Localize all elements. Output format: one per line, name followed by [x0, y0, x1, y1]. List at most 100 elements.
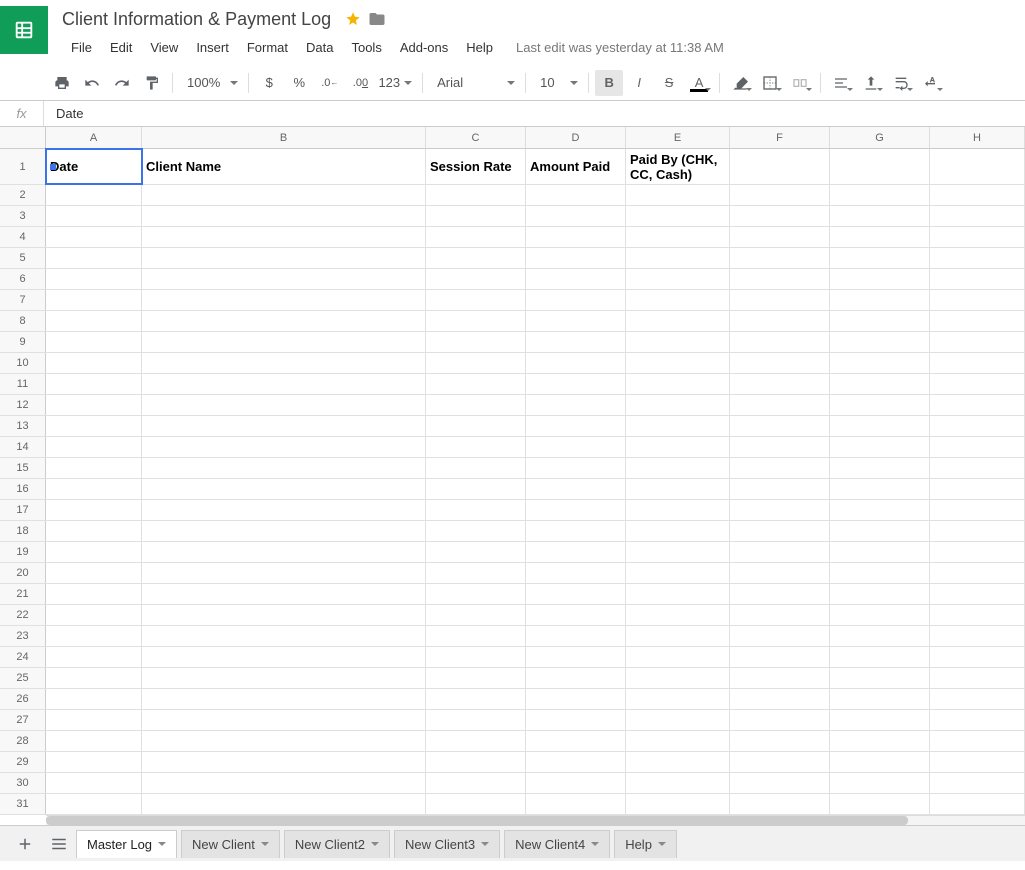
cell-H22[interactable] — [930, 605, 1025, 625]
cell-A10[interactable] — [46, 353, 142, 373]
cell-H18[interactable] — [930, 521, 1025, 541]
cell-H11[interactable] — [930, 374, 1025, 394]
cell-C7[interactable] — [426, 290, 526, 310]
cell-E21[interactable] — [626, 584, 730, 604]
cell-E14[interactable] — [626, 437, 730, 457]
cell-E24[interactable] — [626, 647, 730, 667]
cell-H8[interactable] — [930, 311, 1025, 331]
cell-H16[interactable] — [930, 479, 1025, 499]
cell-D18[interactable] — [526, 521, 626, 541]
cell-H24[interactable] — [930, 647, 1025, 667]
cell-E22[interactable] — [626, 605, 730, 625]
cell-H26[interactable] — [930, 689, 1025, 709]
text-rotation-button[interactable] — [917, 70, 945, 96]
row-header-18[interactable]: 18 — [0, 521, 46, 541]
format-percent-button[interactable]: % — [285, 70, 313, 96]
row-header-8[interactable]: 8 — [0, 311, 46, 331]
cell-E4[interactable] — [626, 227, 730, 247]
cell-A24[interactable] — [46, 647, 142, 667]
cell-H17[interactable] — [930, 500, 1025, 520]
cell-E13[interactable] — [626, 416, 730, 436]
cell-C27[interactable] — [426, 710, 526, 730]
cell-E20[interactable] — [626, 563, 730, 583]
cell-C14[interactable] — [426, 437, 526, 457]
cell-A30[interactable] — [46, 773, 142, 793]
cell-A6[interactable] — [46, 269, 142, 289]
cell-D30[interactable] — [526, 773, 626, 793]
cell-A7[interactable] — [46, 290, 142, 310]
cell-H9[interactable] — [930, 332, 1025, 352]
cell-D4[interactable] — [526, 227, 626, 247]
col-header-C[interactable]: C — [426, 127, 526, 148]
cell-G31[interactable] — [830, 794, 930, 814]
cell-F28[interactable] — [730, 731, 830, 751]
row-header-2[interactable]: 2 — [0, 185, 46, 205]
cell-F26[interactable] — [730, 689, 830, 709]
cell-A8[interactable] — [46, 311, 142, 331]
cell-B2[interactable] — [142, 185, 426, 205]
cell-A31[interactable] — [46, 794, 142, 814]
increase-decimals-button[interactable]: .00 — [346, 70, 374, 96]
cell-F24[interactable] — [730, 647, 830, 667]
cell-G15[interactable] — [830, 458, 930, 478]
row-header-25[interactable]: 25 — [0, 668, 46, 688]
cell-A11[interactable] — [46, 374, 142, 394]
menu-help[interactable]: Help — [457, 36, 502, 59]
row-header-19[interactable]: 19 — [0, 542, 46, 562]
cell-B22[interactable] — [142, 605, 426, 625]
cell-C25[interactable] — [426, 668, 526, 688]
cell-H27[interactable] — [930, 710, 1025, 730]
text-color-button[interactable]: A — [685, 70, 713, 96]
cell-F1[interactable] — [730, 149, 830, 184]
cell-A2[interactable] — [46, 185, 142, 205]
cell-F2[interactable] — [730, 185, 830, 205]
row-header-9[interactable]: 9 — [0, 332, 46, 352]
cell-C9[interactable] — [426, 332, 526, 352]
cell-H31[interactable] — [930, 794, 1025, 814]
italic-button[interactable]: I — [625, 70, 653, 96]
cell-A9[interactable] — [46, 332, 142, 352]
cell-A20[interactable] — [46, 563, 142, 583]
cell-H12[interactable] — [930, 395, 1025, 415]
cell-C26[interactable] — [426, 689, 526, 709]
cell-D9[interactable] — [526, 332, 626, 352]
cell-H23[interactable] — [930, 626, 1025, 646]
cell-D13[interactable] — [526, 416, 626, 436]
cell-B4[interactable] — [142, 227, 426, 247]
cell-E1[interactable]: Paid By (CHK, CC, Cash) — [626, 149, 730, 184]
cell-B6[interactable] — [142, 269, 426, 289]
cell-E27[interactable] — [626, 710, 730, 730]
cell-D3[interactable] — [526, 206, 626, 226]
cell-B27[interactable] — [142, 710, 426, 730]
cell-H2[interactable] — [930, 185, 1025, 205]
cell-B14[interactable] — [142, 437, 426, 457]
formula-value[interactable]: Date — [44, 106, 83, 121]
cell-G27[interactable] — [830, 710, 930, 730]
cell-E29[interactable] — [626, 752, 730, 772]
cell-D31[interactable] — [526, 794, 626, 814]
col-header-F[interactable]: F — [730, 127, 830, 148]
cell-F5[interactable] — [730, 248, 830, 268]
cell-D2[interactable] — [526, 185, 626, 205]
cell-B3[interactable] — [142, 206, 426, 226]
cell-B15[interactable] — [142, 458, 426, 478]
all-sheets-button[interactable] — [42, 830, 76, 858]
menu-format[interactable]: Format — [238, 36, 297, 59]
row-header-5[interactable]: 5 — [0, 248, 46, 268]
horizontal-scrollbar[interactable] — [46, 815, 1025, 825]
row-header-1[interactable]: 1 — [0, 149, 46, 184]
cell-C19[interactable] — [426, 542, 526, 562]
font-family-select[interactable]: Arial — [429, 70, 519, 96]
cell-D15[interactable] — [526, 458, 626, 478]
zoom-select[interactable]: 100% — [179, 70, 242, 96]
cell-G4[interactable] — [830, 227, 930, 247]
cell-E19[interactable] — [626, 542, 730, 562]
row-header-15[interactable]: 15 — [0, 458, 46, 478]
cell-D22[interactable] — [526, 605, 626, 625]
cell-A12[interactable] — [46, 395, 142, 415]
menu-addons[interactable]: Add-ons — [391, 36, 457, 59]
cell-G21[interactable] — [830, 584, 930, 604]
cell-F12[interactable] — [730, 395, 830, 415]
cell-E23[interactable] — [626, 626, 730, 646]
cell-D6[interactable] — [526, 269, 626, 289]
